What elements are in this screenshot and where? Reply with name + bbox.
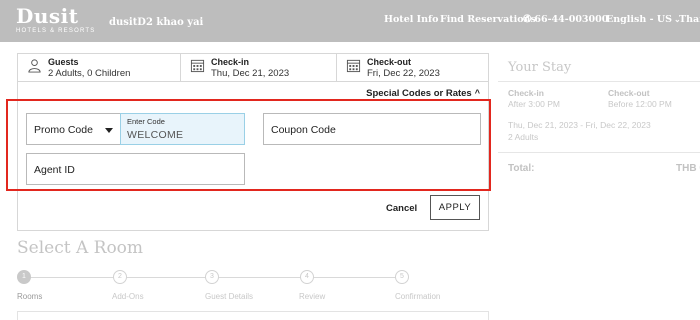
select-room-title: Select A Room bbox=[17, 238, 144, 258]
step-dot-guest-details[interactable]: 3 bbox=[205, 270, 219, 284]
stay-checkout-time: Before 12:00 PM bbox=[608, 99, 672, 109]
nav-hotel-info[interactable]: Hotel Info bbox=[384, 14, 438, 25]
checkout-value: Fri, Dec 22, 2023 bbox=[367, 68, 440, 79]
apply-button[interactable]: APPLY bbox=[430, 195, 480, 220]
divider bbox=[498, 152, 700, 153]
guests-label: Guests bbox=[48, 57, 79, 67]
step-label-confirmation: Confirmation bbox=[395, 292, 441, 301]
divider bbox=[498, 81, 700, 82]
special-codes-toggle[interactable]: Special Codes or Rates ^ bbox=[366, 88, 480, 99]
hotel-name[interactable]: dusitD2 khao yai bbox=[109, 17, 203, 28]
step-dot-add-ons[interactable]: 2 bbox=[113, 270, 127, 284]
your-stay-panel: Your Stay Check-in After 3:00 PM Check-o… bbox=[498, 53, 700, 183]
stay-total-value: THB 0 bbox=[676, 163, 700, 174]
nav-find-reservations[interactable]: Find Reservations bbox=[440, 14, 536, 25]
step-label-review: Review bbox=[299, 292, 326, 301]
checkin-value: Thu, Dec 21, 2023 bbox=[211, 68, 290, 79]
dusit-logo[interactable]: Dusit HOTELS & RESORTS bbox=[16, 5, 95, 34]
checkin-label: Check-in bbox=[211, 57, 250, 67]
your-stay-title: Your Stay bbox=[508, 60, 572, 75]
logo-sub-text: HOTELS & RESORTS bbox=[16, 28, 96, 34]
calendar-icon bbox=[190, 59, 205, 73]
stay-checkin-time: After 3:00 PM bbox=[508, 99, 560, 109]
chevron-up-icon: ^ bbox=[474, 88, 480, 98]
guests-value: 2 Adults, 0 Children bbox=[48, 68, 131, 79]
special-codes-label: Special Codes or Rates bbox=[366, 88, 472, 99]
stay-checkout-label: Check-out bbox=[608, 88, 650, 98]
rooms-list-container bbox=[17, 311, 489, 320]
cancel-button[interactable]: Cancel bbox=[386, 203, 417, 214]
nav-phone[interactable]: ✆ 66-44-003000 bbox=[523, 14, 608, 25]
checkout-selector[interactable]: Check-out Fri, Dec 22, 2023 bbox=[336, 54, 488, 81]
guests-selector[interactable]: Guests 2 Adults, 0 Children bbox=[18, 54, 180, 81]
booking-steps: 1 2 3 4 5 Rooms Add-Ons Guest Details Re… bbox=[17, 269, 489, 305]
phone-icon: ✆ bbox=[523, 14, 532, 25]
step-dot-rooms[interactable]: 1 bbox=[17, 270, 31, 284]
stay-dates: Thu, Dec 21, 2023 - Fri, Dec 22, 2023 bbox=[508, 120, 651, 130]
person-icon bbox=[28, 59, 41, 73]
step-dot-review[interactable]: 4 bbox=[300, 270, 314, 284]
checkin-selector[interactable]: Check-in Thu, Dec 21, 2023 bbox=[180, 54, 336, 81]
step-label-rooms: Rooms bbox=[17, 292, 43, 301]
stay-total-label: Total: bbox=[508, 163, 535, 174]
checkout-label: Check-out bbox=[367, 57, 412, 67]
nav-currency-selector[interactable]: Thai B bbox=[679, 14, 700, 25]
language-label: English - US bbox=[606, 14, 672, 25]
booking-summary-row: Guests 2 Adults, 0 Children Check-in Thu… bbox=[18, 54, 488, 82]
phone-number: 66-44-003000 bbox=[534, 14, 609, 25]
logo-main-text: Dusit bbox=[16, 4, 79, 28]
nav-language-selector[interactable]: English - US ⌄ bbox=[606, 14, 681, 25]
step-label-add-ons: Add-Ons bbox=[112, 292, 144, 301]
stay-checkin-label: Check-in bbox=[508, 88, 544, 98]
step-dot-confirmation[interactable]: 5 bbox=[395, 270, 409, 284]
highlight-box bbox=[6, 99, 491, 191]
stay-guests: 2 Adults bbox=[508, 132, 539, 142]
step-label-guest-details: Guest Details bbox=[205, 292, 254, 301]
top-header: Dusit HOTELS & RESORTS dusitD2 khao yai … bbox=[0, 0, 700, 42]
calendar-icon bbox=[346, 59, 361, 73]
